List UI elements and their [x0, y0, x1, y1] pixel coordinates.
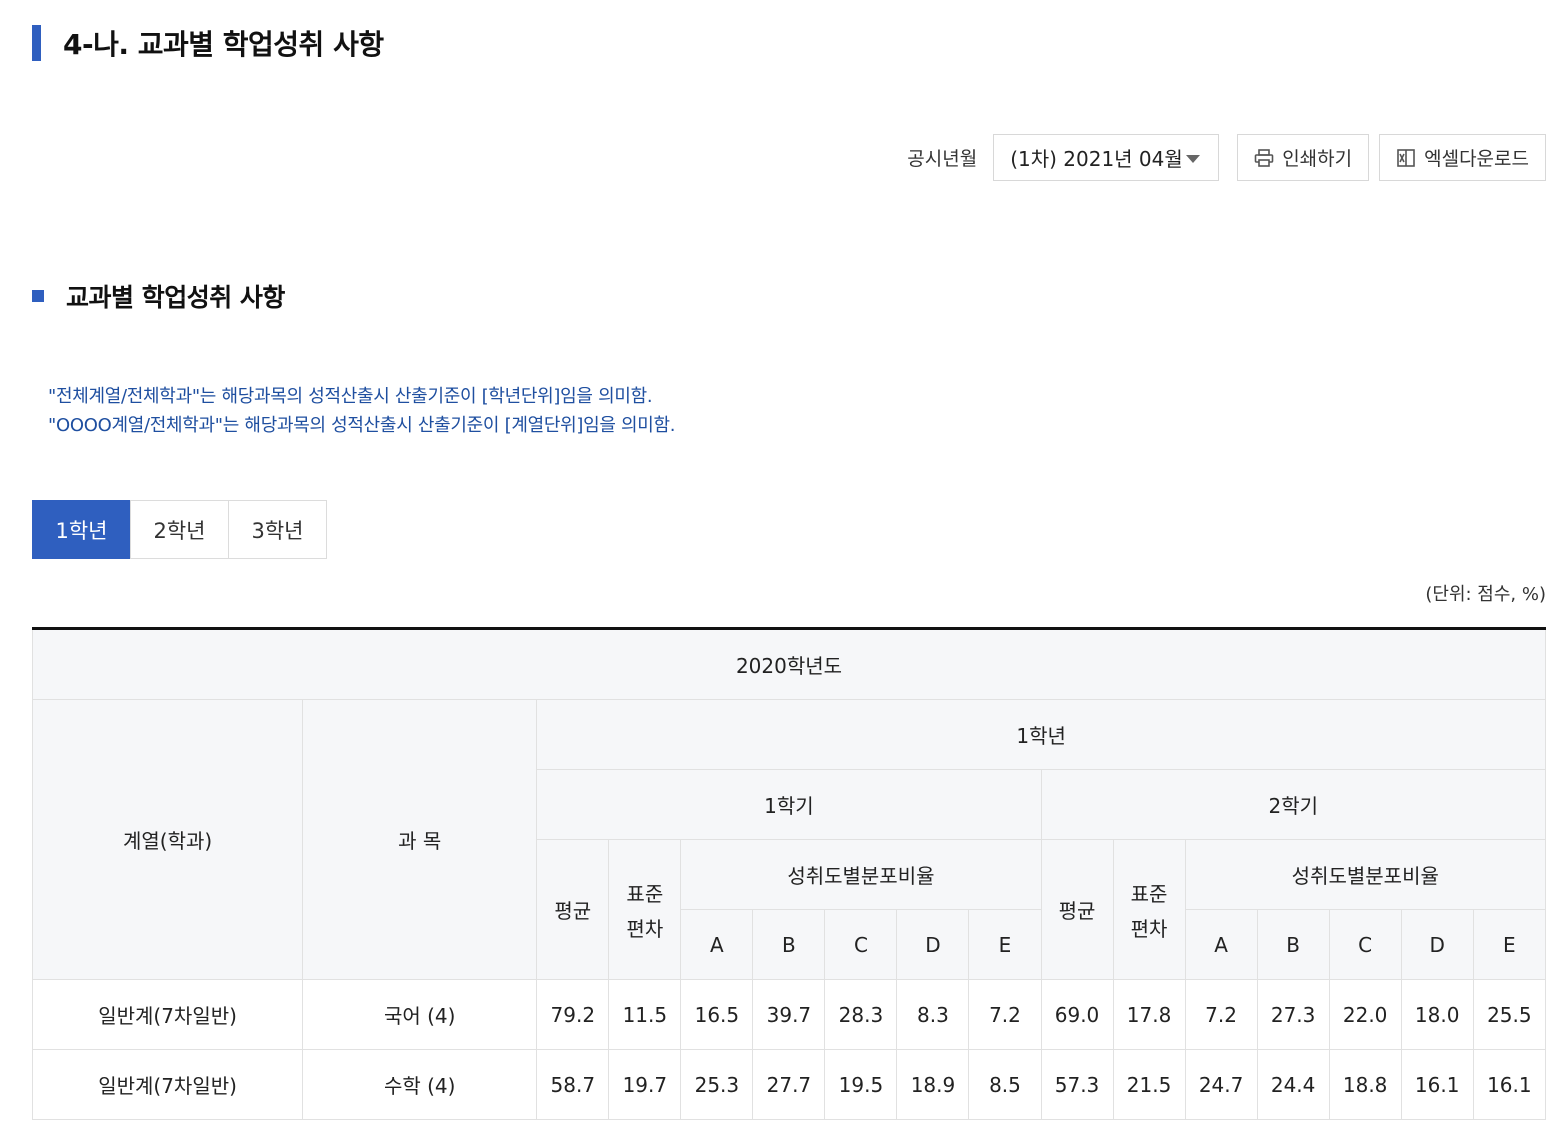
dept-cell: 일반계(7차일반) [31, 979, 304, 1050]
value-cell: 16.1 [1400, 1049, 1474, 1120]
grade-e-header: E [968, 909, 1042, 980]
value-cell: 18.0 [1400, 979, 1474, 1050]
grade-d-header: D [896, 909, 970, 980]
section-title-text: 교과별 학업성취 사항 [66, 283, 285, 312]
title-accent-bar [32, 25, 41, 61]
semester-1-header: 1학기 [536, 769, 1042, 840]
value-cell: 18.8 [1328, 1049, 1402, 1120]
grade-c-header: C [824, 909, 898, 980]
distribution-header: 성취도별분포비율 [1184, 839, 1547, 910]
avg-header: 평균 [1040, 839, 1114, 980]
value-cell: 39.7 [752, 979, 826, 1050]
tab-grade-2[interactable]: 2학년 [130, 500, 229, 559]
excel-icon [1396, 148, 1416, 168]
value-cell: 22.0 [1328, 979, 1402, 1050]
value-cell: 25.5 [1472, 979, 1547, 1050]
value-cell: 18.9 [896, 1049, 970, 1120]
value-cell: 7.2 [1184, 979, 1258, 1050]
subject-header: 과 목 [302, 699, 538, 980]
printer-icon [1254, 148, 1274, 167]
value-cell: 16.1 [1472, 1049, 1547, 1120]
notes: "전체계열/전체학과"는 해당과목의 성적산출시 산출기준이 [학년단위]임을 … [48, 382, 676, 440]
disclosure-date-select[interactable]: (1차) 2021년 04월 [993, 134, 1220, 181]
grade-header: 1학년 [536, 699, 1546, 770]
tab-grade-1[interactable]: 1학년 [32, 500, 131, 559]
value-cell: 8.5 [968, 1049, 1042, 1120]
excel-download-label: 엑셀다운로드 [1424, 148, 1529, 170]
value-cell: 19.7 [608, 1049, 682, 1120]
print-button-label: 인쇄하기 [1282, 148, 1353, 170]
value-cell: 69.0 [1040, 979, 1114, 1050]
section-bullet [32, 290, 44, 302]
section-title: 교과별 학업성취 사항 [32, 278, 285, 314]
dept-header: 계열(학과) [31, 699, 304, 980]
grade-d-header: D [1400, 909, 1474, 980]
page-title-text: 4-나. 교과별 학업성취 사항 [63, 28, 384, 61]
tab-grade-3[interactable]: 3학년 [228, 500, 327, 559]
note-line: "전체계열/전체학과"는 해당과목의 성적산출시 산출기준이 [학년단위]임을 … [48, 386, 653, 407]
distribution-header: 성취도별분포비율 [680, 839, 1042, 910]
std-dev-line: 표준 [626, 881, 664, 906]
value-cell: 8.3 [896, 979, 970, 1050]
grade-c-header: C [1328, 909, 1402, 980]
std-dev-line: 표준 [1130, 881, 1168, 906]
value-cell: 27.7 [752, 1049, 826, 1120]
avg-header: 평균 [536, 839, 610, 980]
std-dev-line: 편차 [1130, 916, 1168, 941]
value-cell: 19.5 [824, 1049, 898, 1120]
value-cell: 7.2 [968, 979, 1042, 1050]
value-cell: 79.2 [536, 979, 610, 1050]
value-cell: 17.8 [1112, 979, 1186, 1050]
subject-cell: 국어 (4) [302, 979, 538, 1050]
value-cell: 16.5 [680, 979, 754, 1050]
disclosure-date-label: 공시년월 [907, 148, 978, 170]
value-cell: 58.7 [536, 1049, 610, 1120]
value-cell: 24.7 [1184, 1049, 1258, 1120]
value-cell: 28.3 [824, 979, 898, 1050]
value-cell: 27.3 [1256, 979, 1330, 1050]
grade-a-header: A [680, 909, 754, 980]
subject-cell: 수학 (4) [302, 1049, 538, 1120]
chevron-down-icon [1186, 155, 1201, 163]
std-dev-line: 편차 [626, 916, 664, 941]
value-cell: 11.5 [608, 979, 682, 1050]
unit-label: (단위: 점수, %) [1425, 584, 1546, 605]
std-dev-header: 표준 편차 [1112, 839, 1186, 980]
grade-b-header: B [752, 909, 826, 980]
disclosure-date-value: (1차) 2021년 04월 [1010, 147, 1183, 171]
toolbar: 공시년월 (1차) 2021년 04월 인쇄하기 엑셀다운로드 [907, 133, 1546, 182]
print-button[interactable]: 인쇄하기 [1237, 134, 1370, 181]
std-dev-header: 표준 편차 [608, 839, 682, 980]
table-row: 일반계(7차일반) 국어 (4) 79.2 11.5 16.5 39.7 28.… [31, 979, 1547, 1050]
semester-2-header: 2학기 [1040, 769, 1546, 840]
value-cell: 24.4 [1256, 1049, 1330, 1120]
year-header: 2020학년도 [32, 628, 1546, 700]
grade-b-header: B [1256, 909, 1330, 980]
value-cell: 25.3 [680, 1049, 754, 1120]
grade-a-header: A [1184, 909, 1258, 980]
achievement-table: 2020학년도 계열(학과) 과 목 1학년 1학기 2학기 평균 표준 편차 … [31, 627, 1547, 1120]
note-line: "OOOO계열/전체학과"는 해당과목의 성적산출시 산출기준이 [계열단위]임… [48, 415, 676, 436]
value-cell: 57.3 [1040, 1049, 1114, 1120]
page-title: 4-나. 교과별 학업성취 사항 [32, 24, 384, 62]
grade-e-header: E [1472, 909, 1547, 980]
excel-download-button[interactable]: 엑셀다운로드 [1379, 134, 1546, 181]
grade-tabs: 1학년 2학년 3학년 [32, 500, 327, 559]
dept-cell: 일반계(7차일반) [31, 1049, 304, 1120]
value-cell: 21.5 [1112, 1049, 1186, 1120]
table-row: 일반계(7차일반) 수학 (4) 58.7 19.7 25.3 27.7 19.… [31, 1049, 1547, 1120]
